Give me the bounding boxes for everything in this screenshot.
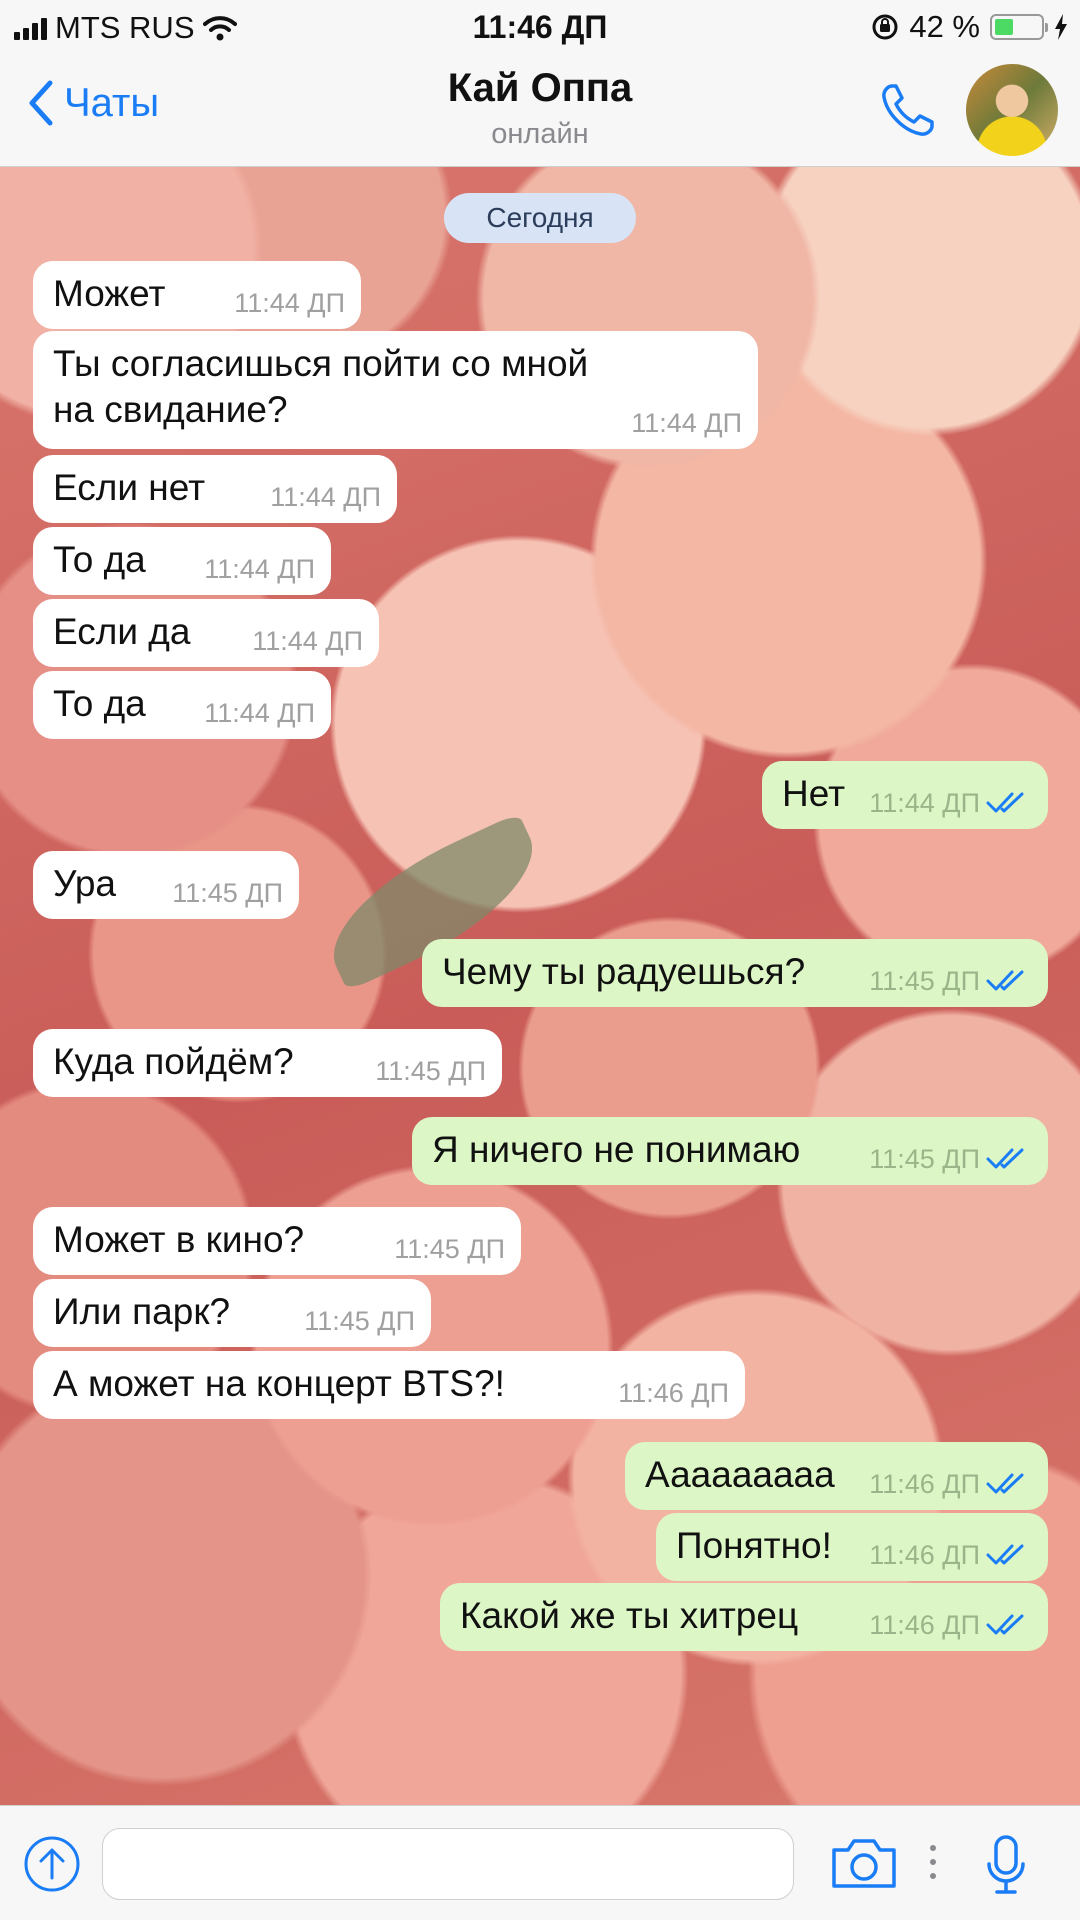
- message-text: Чему ты радуешься?: [442, 951, 806, 992]
- upload-arrow-icon[interactable]: [22, 1834, 82, 1894]
- message-bubble-outgoing[interactable]: Какой же ты хитрец 11:46 ДП: [440, 1583, 1048, 1651]
- message-time: 11:45 ДП: [304, 1306, 415, 1336]
- message-time: 11:45 ДП: [172, 878, 283, 908]
- message-bubble-incoming[interactable]: Если нет 11:44 ДП: [33, 455, 397, 523]
- message-text: Ура: [53, 863, 116, 904]
- message-time: 11:44 ДП: [252, 626, 363, 656]
- message-bubble-outgoing[interactable]: Понятно! 11:46 ДП: [656, 1513, 1048, 1581]
- double-check-icon: [986, 792, 1024, 813]
- message-time: 11:44 ДП: [869, 788, 980, 818]
- battery-icon: [990, 14, 1048, 40]
- orientation-lock-icon: [872, 14, 898, 40]
- message-bubble-incoming[interactable]: Или парк? 11:45 ДП: [33, 1279, 431, 1347]
- message-text: Я ничего не понимаю: [432, 1129, 801, 1170]
- message-text: То да: [53, 683, 146, 724]
- double-check-icon: [986, 1614, 1024, 1635]
- message-input[interactable]: [102, 1828, 794, 1900]
- message-text: А может на концерт BTS?!: [53, 1363, 505, 1404]
- message-text: Может: [53, 273, 166, 314]
- date-separator: Сегодня: [444, 193, 636, 243]
- chat-header: Чаты Кай Оппа онлайн: [0, 54, 1080, 167]
- message-text: Ааааааааа: [645, 1454, 835, 1495]
- status-right: 42 %: [871, 9, 1068, 45]
- message-time: 11:44 ДП: [204, 554, 315, 584]
- message-bubble-outgoing[interactable]: Чему ты радуешься? 11:45 ДП: [422, 939, 1048, 1007]
- status-bar: MTS RUS 11:46 ДП 42 %: [0, 0, 1080, 54]
- message-text: Если нет: [53, 467, 206, 508]
- camera-icon[interactable]: [830, 1836, 898, 1890]
- message-bubble-incoming[interactable]: Куда пойдём? 11:45 ДП: [33, 1029, 502, 1097]
- message-time: 11:46 ДП: [869, 1469, 980, 1499]
- message-time: 11:45 ДП: [394, 1234, 505, 1264]
- message-text: Может в кино?: [53, 1219, 305, 1260]
- avatar[interactable]: [966, 64, 1058, 156]
- message-list[interactable]: Сегодня Может 11:44 ДП Ты согласишься по…: [0, 167, 1080, 1805]
- message-time: 11:44 ДП: [234, 288, 345, 318]
- input-bar: [0, 1805, 1080, 1920]
- message-text: Нет: [782, 773, 846, 814]
- double-check-icon: [986, 970, 1024, 991]
- message-time: 11:45 ДП: [869, 1144, 980, 1174]
- double-check-icon: [986, 1148, 1024, 1169]
- phone-icon[interactable]: [878, 82, 936, 140]
- message-time: 11:46 ДП: [869, 1610, 980, 1640]
- message-text: Или парк?: [53, 1291, 231, 1332]
- battery-fill: [995, 19, 1013, 35]
- more-vertical-icon[interactable]: [928, 1842, 938, 1882]
- message-bubble-incoming[interactable]: А может на концерт BTS?! 11:46 ДП: [33, 1351, 745, 1419]
- message-time: 11:44 ДП: [270, 482, 381, 512]
- message-text: Понятно!: [676, 1525, 832, 1566]
- message-text: Куда пойдём?: [53, 1041, 294, 1082]
- message-bubble-outgoing[interactable]: Нет 11:44 ДП: [762, 761, 1048, 829]
- message-text: Какой же ты хитрец: [460, 1595, 799, 1636]
- message-bubble-incoming[interactable]: Ты согласишься пойти со мной на свидание…: [33, 331, 758, 449]
- message-time: 11:45 ДП: [869, 966, 980, 996]
- message-time: 11:44 ДП: [204, 698, 315, 728]
- message-time: 11:46 ДП: [869, 1540, 980, 1570]
- message-text: Ты согласишься пойти со мной на свидание…: [53, 343, 589, 430]
- message-time: 11:45 ДП: [375, 1056, 486, 1086]
- double-check-icon: [986, 1544, 1024, 1565]
- message-text: То да: [53, 539, 146, 580]
- chat-screen: MTS RUS 11:46 ДП 42 % Чаты Кай Оппа онла…: [0, 0, 1080, 1920]
- message-bubble-incoming[interactable]: Может в кино? 11:45 ДП: [33, 1207, 521, 1275]
- charging-bolt-icon: [1055, 14, 1067, 40]
- message-bubble-incoming[interactable]: Если да 11:44 ДП: [33, 599, 379, 667]
- message-bubble-outgoing[interactable]: Я ничего не понимаю 11:45 ДП: [412, 1117, 1048, 1185]
- message-time: 11:46 ДП: [618, 1378, 729, 1408]
- double-check-icon: [986, 1473, 1024, 1494]
- battery-percent: 42 %: [909, 9, 980, 44]
- message-text: Если да: [53, 611, 191, 652]
- message-bubble-outgoing[interactable]: Ааааааааа 11:46 ДП: [625, 1442, 1048, 1510]
- microphone-icon[interactable]: [986, 1834, 1026, 1896]
- message-bubble-incoming[interactable]: Может 11:44 ДП: [33, 261, 361, 329]
- message-bubble-incoming[interactable]: Ура 11:45 ДП: [33, 851, 299, 919]
- message-bubble-incoming[interactable]: То да 11:44 ДП: [33, 671, 331, 739]
- message-time: 11:44 ДП: [631, 408, 742, 438]
- message-bubble-incoming[interactable]: То да 11:44 ДП: [33, 527, 331, 595]
